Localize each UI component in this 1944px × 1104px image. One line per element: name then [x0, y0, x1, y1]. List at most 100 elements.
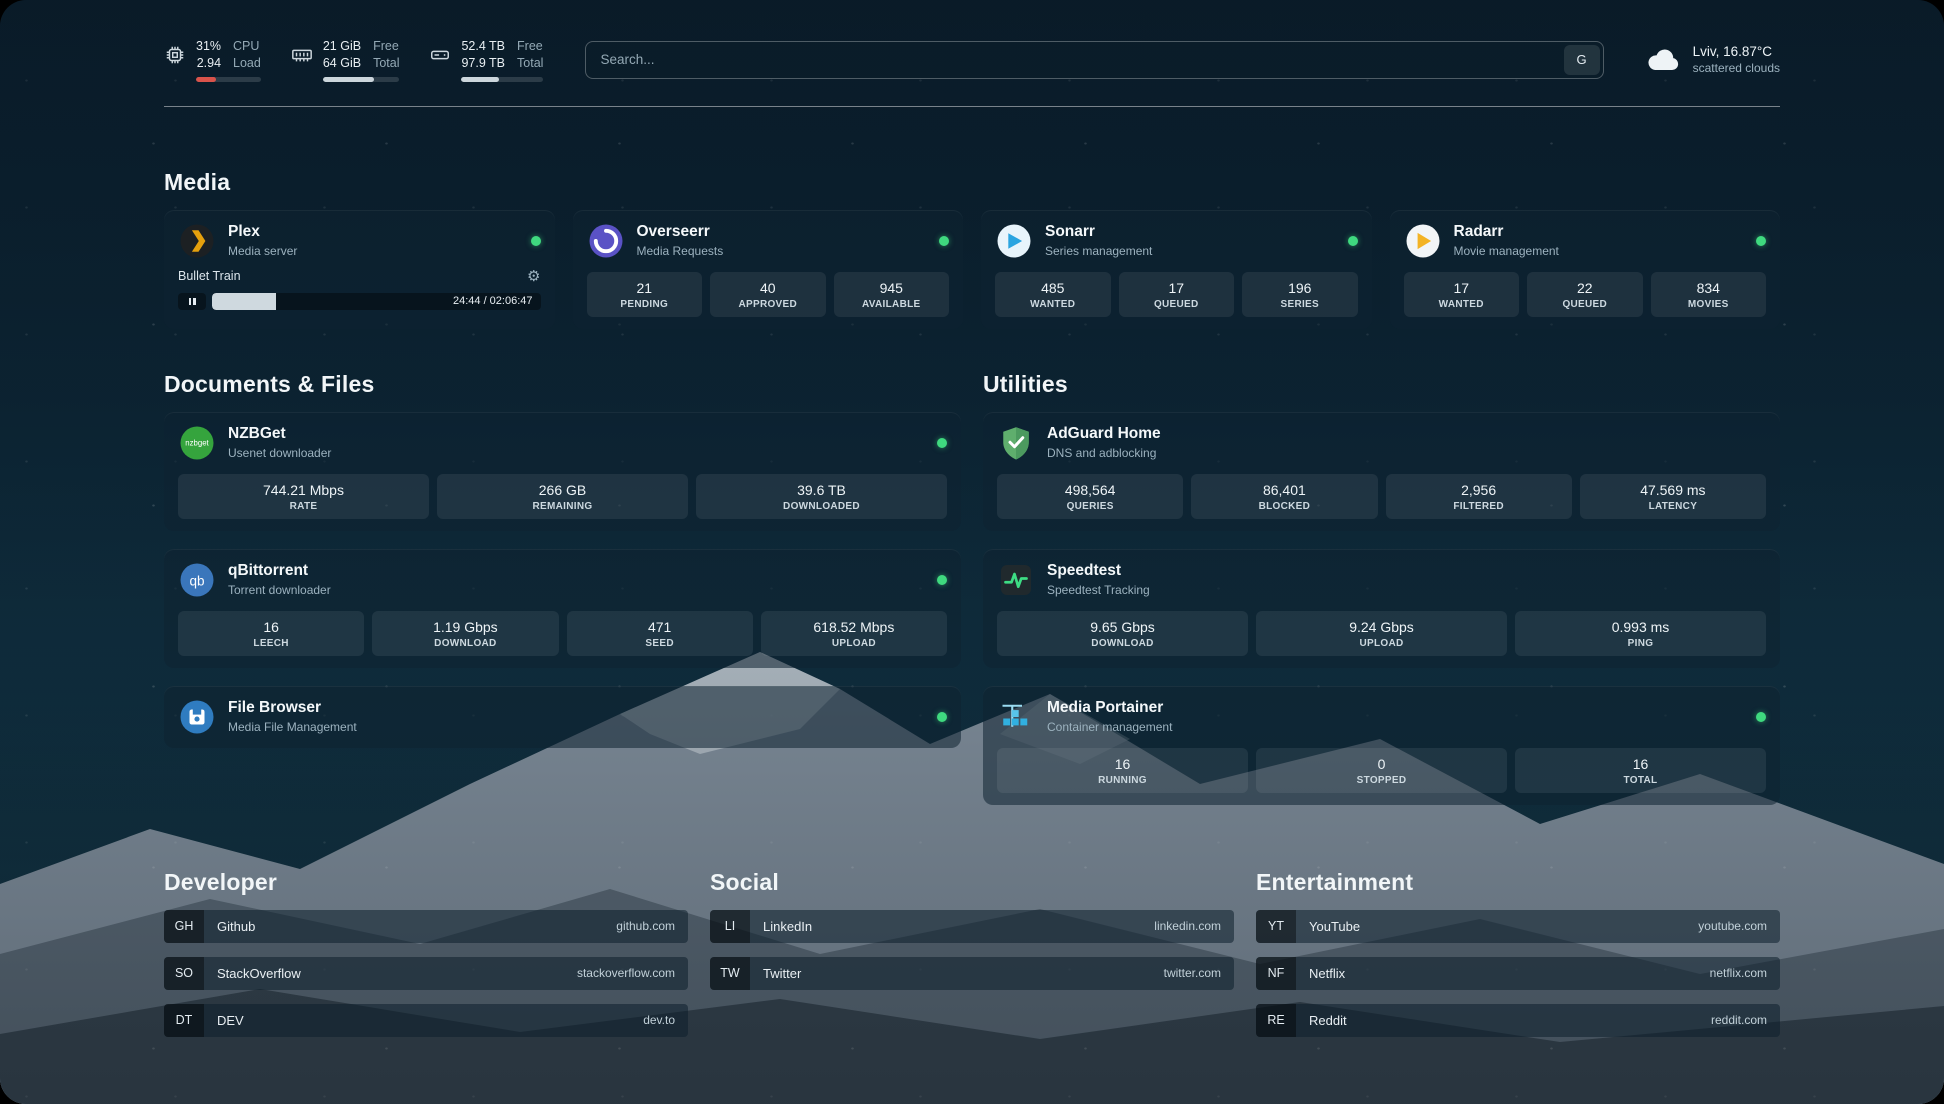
- svg-text:qb: qb: [189, 573, 204, 588]
- disk-total-value: 97.9 TB: [461, 55, 505, 71]
- bookmark-linkedin[interactable]: LI LinkedIn linkedin.com: [710, 910, 1234, 943]
- weather-condition: scattered clouds: [1693, 61, 1780, 75]
- bookmark-youtube[interactable]: YT YouTube youtube.com: [1256, 910, 1780, 943]
- stat-seed: 471 SEED: [567, 611, 753, 656]
- stat-latency: 47.569 ms LATENCY: [1580, 474, 1766, 519]
- bookmark-netflix[interactable]: NF Netflix netflix.com: [1256, 957, 1780, 990]
- playback-progress-track[interactable]: 24:44 / 02:06:47: [212, 293, 541, 310]
- stat-downloaded: 39.6 TB DOWNLOADED: [696, 474, 947, 519]
- memory-icon: [291, 44, 313, 66]
- service-name: AdGuard Home: [1047, 425, 1161, 443]
- cpu-percent: 31%: [196, 38, 221, 54]
- service-link-speedtest[interactable]: Speedtest Speedtest Tracking: [997, 561, 1766, 599]
- weather-location: Lviv, 16.87°C: [1693, 44, 1780, 59]
- service-name: Plex: [228, 223, 297, 241]
- search-provider-button[interactable]: G: [1564, 45, 1600, 75]
- section-media: Media Plex Media server: [164, 169, 1780, 329]
- service-card-plex: Plex Media server Bullet Train ⚙ 24:4: [164, 210, 555, 329]
- cpu-bar-track: [196, 77, 261, 82]
- disk-widget: 52.4 TB Free 97.9 TB Total: [429, 38, 543, 82]
- status-dot: [937, 575, 947, 585]
- service-link-sonarr[interactable]: Sonarr Series management: [995, 222, 1358, 260]
- now-playing-title: Bullet Train: [178, 269, 241, 283]
- service-link-adguard[interactable]: AdGuard Home DNS and adblocking: [997, 424, 1766, 462]
- radarr-icon: [1404, 222, 1442, 260]
- service-link-radarr[interactable]: Radarr Movie management: [1404, 222, 1767, 260]
- bookmark-twitter[interactable]: TW Twitter twitter.com: [710, 957, 1234, 990]
- service-link-overseerr[interactable]: Overseerr Media Requests: [587, 222, 950, 260]
- bookmark-url: reddit.com: [1711, 1013, 1767, 1027]
- service-subtitle: Media File Management: [228, 720, 357, 734]
- status-dot: [937, 712, 947, 722]
- adguard-icon: [997, 424, 1035, 462]
- bookmark-name: Github: [217, 919, 255, 934]
- service-subtitle: Series management: [1045, 244, 1152, 258]
- disk-total-label: Total: [517, 55, 543, 71]
- stat-approved: 40 APPROVED: [710, 272, 826, 317]
- stat-blocked: 86,401 BLOCKED: [1191, 474, 1377, 519]
- stat-upload: 618.52 Mbps UPLOAD: [761, 611, 947, 656]
- memory-free-value: 21 GiB: [323, 38, 361, 54]
- pause-button[interactable]: [178, 293, 206, 310]
- stat-wanted: 17 WANTED: [1404, 272, 1520, 317]
- bookmark-dev[interactable]: DT DEV dev.to: [164, 1004, 688, 1037]
- status-dot: [1348, 236, 1358, 246]
- stat-total: 16 TOTAL: [1515, 748, 1766, 793]
- bookmark-abbr: RE: [1256, 1004, 1296, 1037]
- service-card-nzbget: nzbget NZBGet Usenet downloader 744.21 M…: [164, 412, 961, 531]
- plex-icon: [178, 222, 216, 260]
- section-entertainment: Entertainment YT YouTube youtube.com NF …: [1256, 869, 1780, 1051]
- search-input[interactable]: [585, 41, 1603, 79]
- gear-icon[interactable]: ⚙: [527, 269, 540, 284]
- bookmark-abbr: NF: [1256, 957, 1296, 990]
- status-dot: [1756, 236, 1766, 246]
- overseerr-icon: [587, 222, 625, 260]
- memory-total-label: Total: [373, 55, 399, 71]
- service-link-portainer[interactable]: Media Portainer Container management: [997, 698, 1766, 736]
- memory-free-label: Free: [373, 38, 399, 54]
- memory-bar-track: [323, 77, 400, 82]
- service-name: Media Portainer: [1047, 699, 1172, 717]
- stat-running: 16 RUNNING: [997, 748, 1248, 793]
- section-title-documents: Documents & Files: [164, 371, 961, 398]
- bookmark-name: DEV: [217, 1013, 244, 1028]
- service-link-plex[interactable]: Plex Media server: [178, 222, 541, 260]
- bookmark-url: netflix.com: [1710, 966, 1767, 980]
- svg-text:nzbget: nzbget: [185, 438, 209, 447]
- bookmark-abbr: GH: [164, 910, 204, 943]
- service-card-adguard: AdGuard Home DNS and adblocking 498,564 …: [983, 412, 1780, 531]
- stat-pending: 21 PENDING: [587, 272, 703, 317]
- bookmark-url: stackoverflow.com: [577, 966, 675, 980]
- speedtest-icon: [997, 561, 1035, 599]
- memory-bar-fill: [323, 77, 374, 82]
- playback-time: 24:44 / 02:06:47: [453, 293, 533, 310]
- service-link-nzbget[interactable]: nzbget NZBGet Usenet downloader: [178, 424, 947, 462]
- stat-filtered: 2,956 FILTERED: [1386, 474, 1572, 519]
- section-title-developer: Developer: [164, 869, 688, 896]
- status-dot: [937, 438, 947, 448]
- bookmark-github[interactable]: GH Github github.com: [164, 910, 688, 943]
- weather-widget: Lviv, 16.87°C scattered clouds: [1646, 44, 1780, 75]
- service-subtitle: Usenet downloader: [228, 446, 331, 460]
- disk-free-label: Free: [517, 38, 543, 54]
- search-bar: G: [585, 41, 1603, 79]
- dashboard-content: 31% CPU 2.94 Load: [0, 0, 1944, 1104]
- bookmark-stackoverflow[interactable]: SO StackOverflow stackoverflow.com: [164, 957, 688, 990]
- service-subtitle: Movie management: [1454, 244, 1559, 258]
- status-dot: [531, 236, 541, 246]
- service-name: File Browser: [228, 699, 357, 717]
- bookmark-reddit[interactable]: RE Reddit reddit.com: [1256, 1004, 1780, 1037]
- sonarr-icon: [995, 222, 1033, 260]
- service-link-filebrowser[interactable]: File Browser Media File Management: [178, 698, 947, 736]
- service-subtitle: Media server: [228, 244, 297, 258]
- nzbget-icon: nzbget: [178, 424, 216, 462]
- service-card-sonarr: Sonarr Series management 485 WANTED 17 Q…: [981, 210, 1372, 329]
- stat-movies: 834 MOVIES: [1651, 272, 1767, 317]
- status-dot: [939, 236, 949, 246]
- service-link-qbittorrent[interactable]: qb qBittorrent Torrent downloader: [178, 561, 947, 599]
- service-card-speedtest: Speedtest Speedtest Tracking 9.65 Gbps D…: [983, 549, 1780, 668]
- memory-total-value: 64 GiB: [323, 55, 361, 71]
- stat-upload: 9.24 Gbps UPLOAD: [1256, 611, 1507, 656]
- service-subtitle: Speedtest Tracking: [1047, 583, 1150, 597]
- portainer-icon: [997, 698, 1035, 736]
